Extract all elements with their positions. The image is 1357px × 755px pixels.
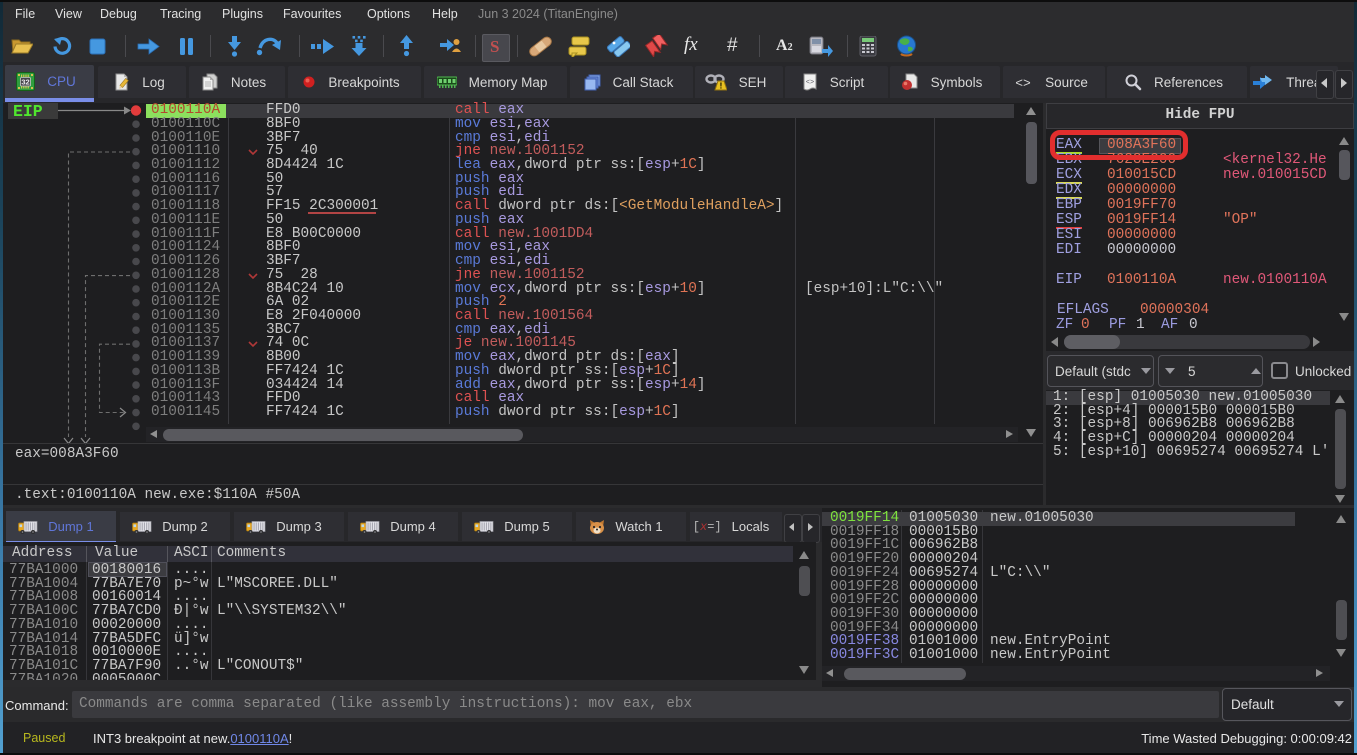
- svg-text:<>: <>: [806, 79, 814, 87]
- svg-text:32: 32: [22, 77, 30, 86]
- svg-text:<>: <>: [1015, 76, 1031, 90]
- svg-text:!: !: [719, 82, 722, 91]
